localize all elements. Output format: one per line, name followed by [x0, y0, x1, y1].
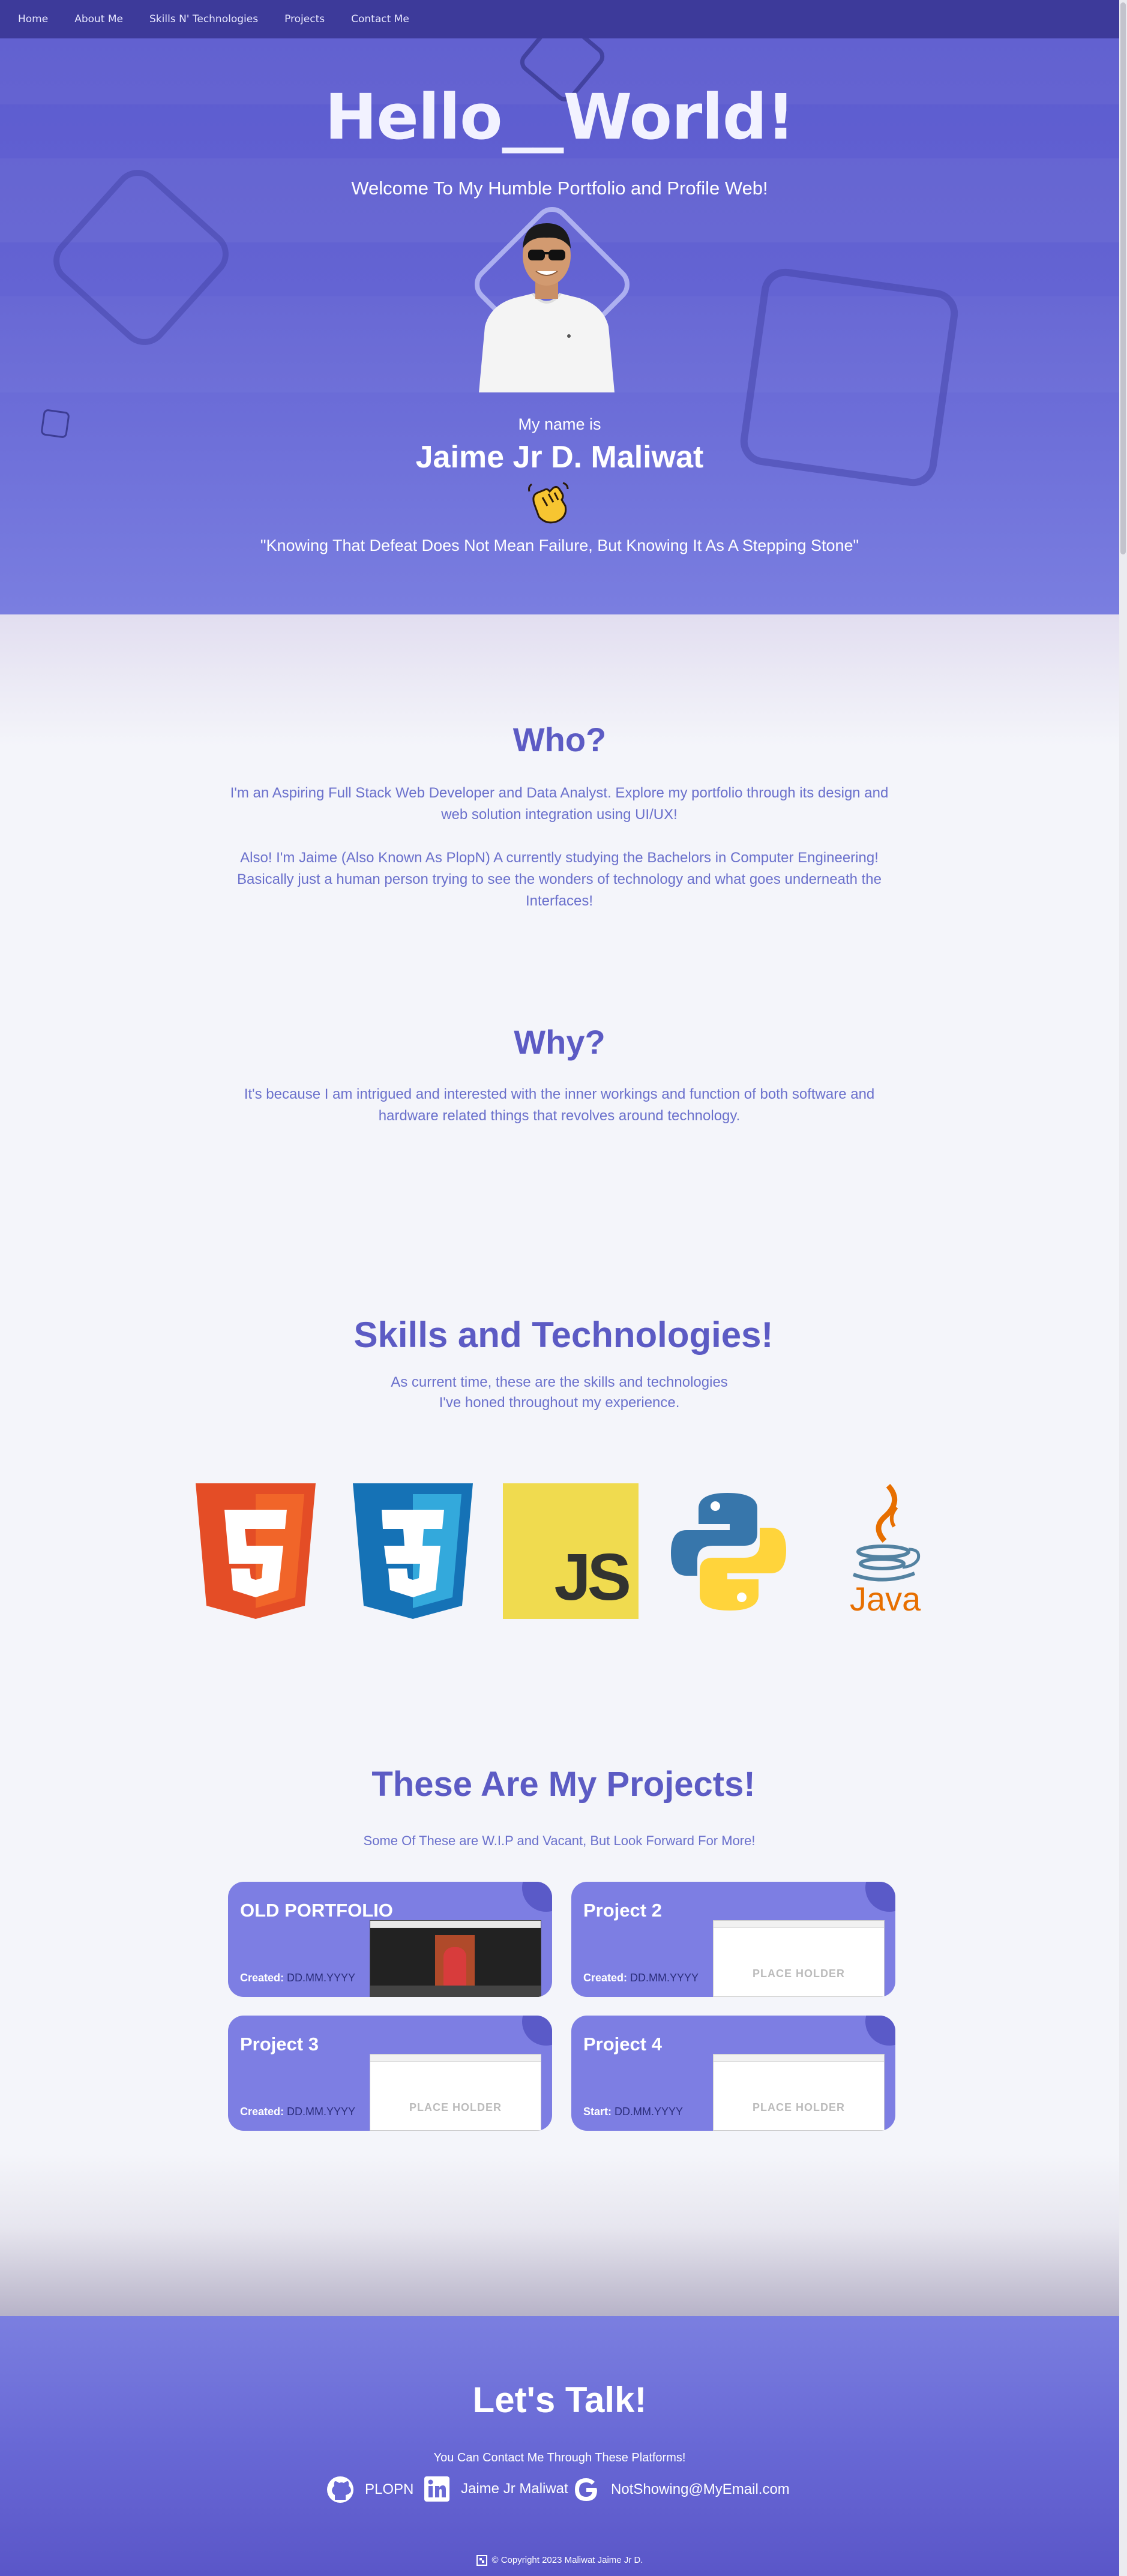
project-date-label: Start: [583, 2106, 612, 2118]
project-thumbnail: PLACE HOLDER [713, 2054, 885, 2131]
project-date: Created: DD.MM.YYYY [240, 2106, 355, 2118]
card-corner-decor [865, 2016, 895, 2046]
card-corner-decor [522, 1882, 552, 1912]
qr-icon [476, 2555, 487, 2566]
project-title: OLD PORTFOLIO [240, 1900, 393, 1921]
linkedin-name: Jaime Jr Maliwat [461, 2481, 568, 2497]
thumbnail-browser-bar [714, 1921, 884, 1928]
copyright-text: © Copyright 2023 Maliwat Jaime Jr D. [491, 2555, 643, 2565]
project-thumbnail [370, 1920, 541, 1997]
css3-logo [353, 1483, 473, 1621]
project-date-label: Created: [583, 1972, 628, 1984]
project-date: Created: DD.MM.YYYY [240, 1972, 355, 1984]
project-date-value: DD.MM.YYYY [630, 1972, 699, 1984]
javascript-logo: JS [503, 1483, 639, 1619]
project-date-label: Created: [240, 1972, 284, 1984]
thumbnail-person [443, 1947, 466, 1986]
nav-skills-link[interactable]: Skills N' Technologies [149, 13, 258, 25]
project-date: Created: DD.MM.YYYY [583, 1972, 699, 1984]
project-date-value: DD.MM.YYYY [287, 1972, 356, 1984]
why-title: Why? [514, 1023, 606, 1061]
project-date-value: DD.MM.YYYY [287, 2106, 356, 2118]
thumbnail-footer [370, 1986, 541, 1997]
hero-quote: "Knowing That Defeat Does Not Mean Failu… [260, 536, 859, 554]
who-title: Who? [512, 721, 607, 758]
skills-subtitle-line-1: As current time, these are the skills an… [391, 1374, 728, 1390]
contact-title: Let's Talk! [472, 2380, 647, 2420]
project-title: Project 3 [240, 2034, 319, 2055]
scrollbar-thumb[interactable] [1120, 2, 1126, 554]
javascript-logo-text: JS [554, 1540, 631, 1614]
project-date-label: Created: [240, 2106, 284, 2118]
name-label: My name is [518, 415, 601, 433]
hero-title: Hello__World! [325, 80, 795, 154]
project-thumbnail: PLACE HOLDER [370, 2054, 541, 2131]
project-card[interactable]: Project 2 PLACE HOLDER Created: DD.MM.YY… [571, 1882, 895, 1997]
nav-home-link[interactable]: Home [18, 13, 48, 25]
page-scrollbar[interactable] [1119, 0, 1127, 2576]
copyright: © Copyright 2023 Maliwat Jaime Jr D. [0, 2555, 1119, 2566]
project-card[interactable]: Project 3 PLACE HOLDER Created: DD.MM.YY… [228, 2016, 552, 2131]
github-link[interactable]: PLOPN [326, 2476, 413, 2503]
placeholder-text: PLACE HOLDER [409, 2101, 502, 2113]
linkedin-icon [424, 2476, 449, 2502]
profile-name: Jaime Jr D. Maliwat [415, 440, 704, 475]
github-username: PLOPN [365, 2481, 414, 2497]
nav-projects-link[interactable]: Projects [284, 13, 325, 25]
card-corner-decor [865, 1882, 895, 1912]
contact-subtitle: You Can Contact Me Through These Platfor… [433, 2451, 686, 2464]
placeholder-text: PLACE HOLDER [752, 2101, 845, 2113]
hero-section: Hello__World! Welcome To My Humble Portf… [0, 38, 1119, 614]
project-title: Project 2 [583, 1900, 662, 1921]
python-logo [669, 1491, 789, 1615]
top-nav: Home About Me Skills N' Technologies Pro… [0, 0, 1119, 38]
google-icon [575, 2478, 597, 2501]
linkedin-link[interactable]: Jaime Jr Maliwat [424, 2476, 568, 2502]
why-paragraph: It's because I am intrigued and interest… [244, 1086, 875, 1124]
html5-logo [196, 1483, 316, 1621]
java-logo-text: Java [850, 1580, 921, 1618]
project-date: Start: DD.MM.YYYY [583, 2106, 683, 2118]
thumbnail-browser-bar [370, 1921, 541, 1928]
hero-subtitle: Welcome To My Humble Portfolio and Profi… [351, 178, 768, 199]
waving-hand-icon [526, 479, 571, 525]
placeholder-text: PLACE HOLDER [752, 1968, 845, 1980]
thumbnail-browser-bar [370, 2055, 541, 2062]
projects-subtitle: Some Of These are W.I.P and Vacant, But … [363, 1833, 756, 1848]
project-card[interactable]: Project 4 PLACE HOLDER Start: DD.MM.YYYY [571, 2016, 895, 2131]
about-section: Who? I'm an Aspiring Full Stack Web Deve… [0, 614, 1119, 1214]
section-fade [0, 2154, 1119, 2316]
thumbnail-browser-bar [714, 2055, 884, 2062]
nav-contact-link[interactable]: Contact Me [351, 13, 409, 25]
project-date-value: DD.MM.YYYY [615, 2106, 684, 2118]
email-address: NotShowing@MyEmail.com [611, 2481, 790, 2497]
contact-section: Let's Talk! You Can Contact Me Through T… [0, 2316, 1119, 2576]
skills-title: Skills and Technologies! [353, 1315, 774, 1355]
email-link[interactable]: NotShowing@MyEmail.com [573, 2476, 790, 2503]
skills-subtitle-line-2: I've honed throughout my experience. [439, 1395, 680, 1411]
github-icon [327, 2476, 353, 2503]
project-title: Project 4 [583, 2034, 662, 2055]
project-card[interactable]: OLD PORTFOLIO Created: DD.MM.YYYY [228, 1882, 552, 1997]
project-thumbnail: PLACE HOLDER [713, 1920, 885, 1997]
card-corner-decor [522, 2016, 552, 2046]
profile-photo [473, 212, 621, 392]
projects-title: These Are My Projects! [371, 1765, 756, 1804]
who-paragraph-1: I'm an Aspiring Full Stack Web Developer… [230, 785, 889, 823]
who-paragraph-2: Also! I'm Jaime (Also Known As PlopN) A … [236, 850, 882, 909]
nav-about-link[interactable]: About Me [74, 13, 123, 25]
java-logo: Java [843, 1483, 927, 1623]
